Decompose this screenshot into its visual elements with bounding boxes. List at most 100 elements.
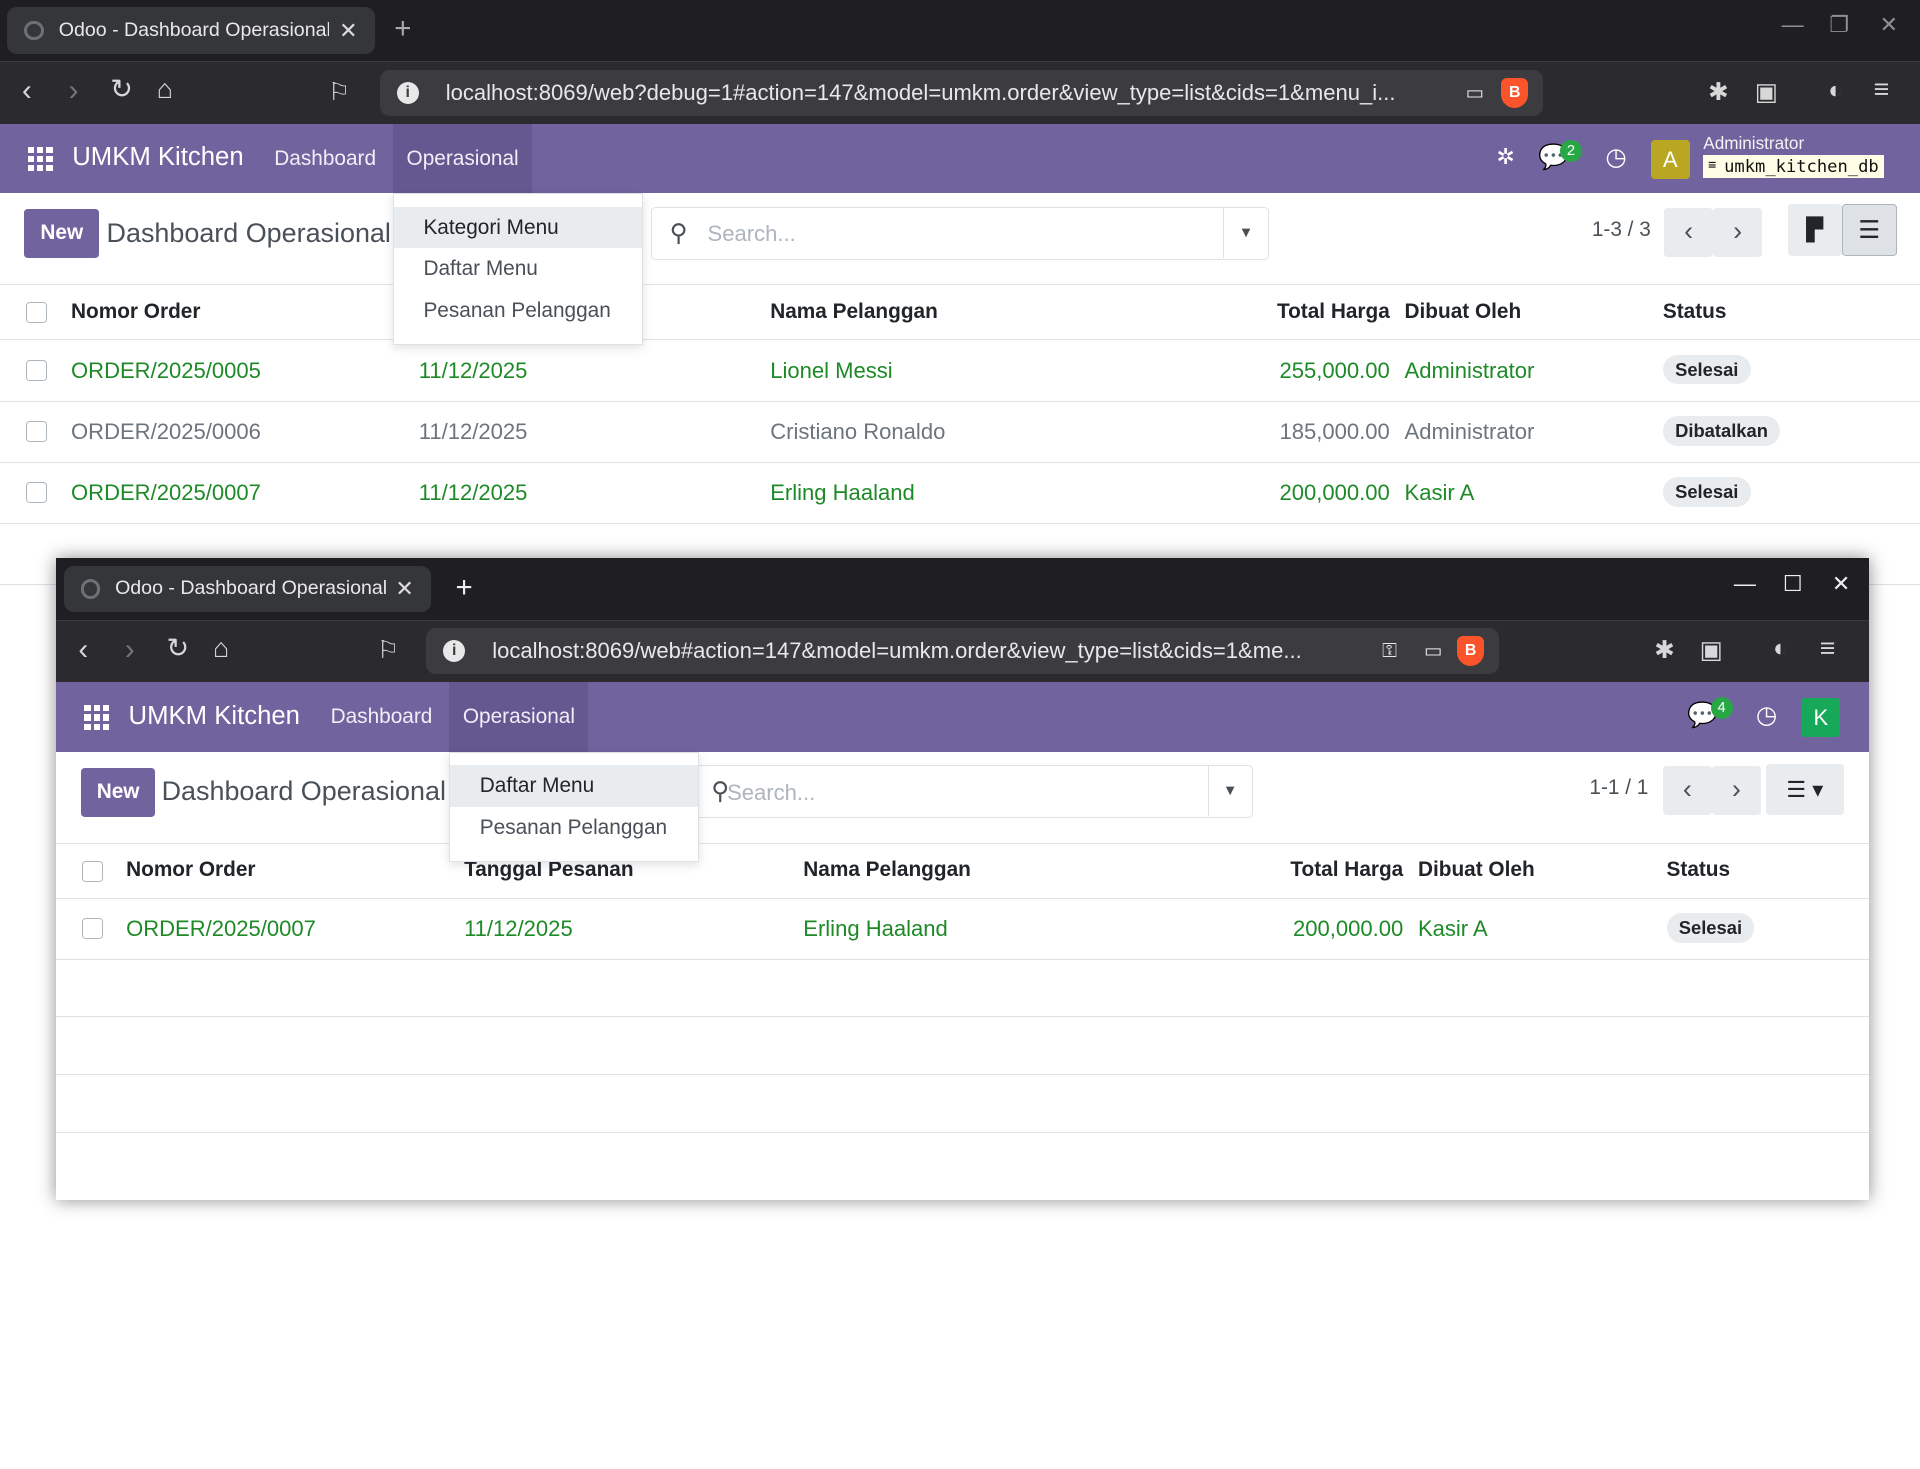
search-options-toggle-icon[interactable]: ▼ [1223,207,1267,259]
col-dibuat-oleh[interactable]: Dibuat Oleh [1418,858,1535,882]
list-view-icon[interactable]: ☰ [1841,204,1897,256]
debug-bug-icon[interactable]: ✲ [1496,144,1514,170]
reload-icon[interactable]: ↻ [167,633,190,664]
dropdown-item-daftar-menu[interactable]: Daftar Menu [450,765,699,807]
forward-icon[interactable]: › [125,633,135,667]
bookmark-icon[interactable]: ⚐ [328,77,350,107]
view-switcher-icon[interactable]: ☰ ▾ [1765,764,1845,816]
close-window-icon[interactable]: ✕ [1880,12,1898,38]
pager-value[interactable]: 1-3 / 3 [1592,218,1651,242]
minimize-icon[interactable]: — [1782,12,1804,38]
dropdown-item-pesanan-pelanggan[interactable]: Pesanan Pelanggan [394,290,642,332]
row-checkbox[interactable] [25,421,47,442]
back-icon[interactable]: ‹ [78,633,88,667]
extensions-icon[interactable]: ✱ [1654,635,1675,665]
minimize-icon[interactable]: — [1734,571,1756,597]
new-tab-icon[interactable]: + [455,571,472,605]
close-tab-icon[interactable]: ✕ [339,18,357,44]
cast-icon[interactable]: ▭ [1466,81,1485,105]
forward-icon[interactable]: › [69,74,79,108]
address-bar[interactable]: i localhost:8069/web?debug=1#action=147&… [379,69,1543,117]
kanban-view-icon[interactable]: ▛ [1787,204,1842,256]
app-brand[interactable]: UMKM Kitchen [72,143,243,172]
pager-value[interactable]: 1-1 / 1 [1589,776,1648,800]
key-icon[interactable]: ⚿ [1382,640,1397,663]
reload-icon[interactable]: ↻ [110,74,133,105]
search-placeholder: Search... [727,779,816,805]
brave-shields-icon[interactable]: B [1457,636,1485,666]
restore-icon[interactable]: ❐ [1829,12,1849,38]
table-row[interactable]: ORDER/2025/0007 11/12/2025 Erling Haalan… [56,899,1869,960]
pager-previous-icon[interactable]: ‹ [1662,766,1712,816]
menu-operasional[interactable]: Operasional [393,123,533,194]
col-nama-pelanggan[interactable]: Nama Pelanggan [803,858,971,882]
dropdown-item-daftar-menu[interactable]: Daftar Menu [394,248,642,290]
col-nomor-order[interactable]: Nomor Order [126,858,255,882]
cast-icon[interactable]: ▭ [1424,639,1443,663]
row-checkbox[interactable] [82,918,103,940]
maximize-icon[interactable]: ☐ [1783,571,1803,597]
user-name[interactable]: Administrator [1703,133,1804,154]
pager-previous-icon[interactable]: ‹ [1664,208,1714,258]
menu-icon[interactable]: ≡ [1873,74,1889,105]
table-row[interactable]: ORDER/2025/0006 11/12/2025 Cristiano Ron… [0,402,1920,463]
search-placeholder: Search... [707,221,796,247]
bookmark-icon[interactable]: ⚐ [377,635,399,665]
home-icon[interactable]: ⌂ [213,633,229,664]
menu-icon[interactable]: ≡ [1820,633,1836,664]
browser-tab[interactable]: Odoo - Dashboard Operasional ✕ [7,7,375,54]
user-avatar[interactable]: A [1650,139,1690,179]
col-total-harga[interactable]: Total Harga [1212,300,1390,324]
menu-dashboard[interactable]: Dashboard [261,124,390,194]
col-nomor-order[interactable]: Nomor Order [71,300,200,324]
menu-operasional[interactable]: Operasional [449,682,589,752]
odoo-navbar: UMKM Kitchen Dashboard Operasional 💬 4 ◷… [56,682,1869,752]
search-box[interactable]: ⚲ Search... ▼ [693,765,1253,818]
col-status[interactable]: Status [1663,300,1727,324]
col-nama-pelanggan[interactable]: Nama Pelanggan [770,300,938,324]
back-icon[interactable]: ‹ [22,74,32,108]
user-avatar[interactable]: K [1801,697,1841,738]
close-window-icon[interactable]: ✕ [1832,571,1850,597]
select-all-checkbox[interactable] [82,860,103,882]
vpn-icon[interactable]: ◐ [1773,635,1788,663]
apps-grid-icon[interactable] [28,146,53,172]
wallet-icon[interactable]: ▣ [1755,77,1778,107]
table-row[interactable]: ORDER/2025/0007 11/12/2025 Erling Haalan… [0,463,1920,525]
pager-next-icon[interactable]: › [1711,766,1761,816]
col-total-harga[interactable]: Total Harga [1226,858,1403,882]
select-all-checkbox[interactable] [25,302,47,324]
col-status[interactable]: Status [1667,858,1731,882]
dropdown-item-kategori-menu[interactable]: Kategori Menu [394,206,642,249]
col-dibuat-oleh[interactable]: Dibuat Oleh [1405,300,1522,324]
search-box[interactable]: ⚲ Search... ▼ [651,206,1269,260]
browser-tab[interactable]: Odoo - Dashboard Operasional ✕ [63,565,431,613]
database-icon: ≡ [1708,157,1717,173]
dropdown-item-pesanan-pelanggan[interactable]: Pesanan Pelanggan [450,807,698,849]
pager-next-icon[interactable]: › [1713,208,1763,258]
search-options-toggle-icon[interactable]: ▼ [1207,766,1252,817]
activity-clock-icon[interactable]: ◷ [1756,700,1777,730]
app-brand[interactable]: UMKM Kitchen [129,702,300,731]
chat-count-badge: 4 [1710,696,1733,719]
menu-dashboard[interactable]: Dashboard [317,682,446,752]
table-row[interactable]: ORDER/2025/0005 11/12/2025 Lionel Messi … [0,340,1920,402]
activity-clock-icon[interactable]: ◷ [1605,142,1626,172]
address-bar[interactable]: i localhost:8069/web#action=147&model=um… [426,627,1499,675]
row-checkbox[interactable] [25,482,47,504]
site-info-icon[interactable]: i [443,640,466,663]
brave-shields-icon[interactable]: B [1501,78,1529,108]
close-tab-icon[interactable]: ✕ [395,576,413,602]
site-info-icon[interactable]: i [396,81,419,104]
wallet-icon[interactable]: ▣ [1700,635,1723,665]
extensions-icon[interactable]: ✱ [1708,77,1729,107]
chat-count-badge: 2 [1560,139,1583,162]
apps-grid-icon[interactable] [84,705,109,730]
col-tanggal-pesanan[interactable]: Tanggal Pesanan [464,858,634,882]
vpn-icon[interactable]: ◐ [1828,77,1843,105]
home-icon[interactable]: ⌂ [157,74,173,105]
new-button[interactable]: New [80,767,156,817]
new-tab-icon[interactable]: + [394,12,411,46]
row-checkbox[interactable] [25,359,47,381]
new-button[interactable]: New [24,209,100,259]
